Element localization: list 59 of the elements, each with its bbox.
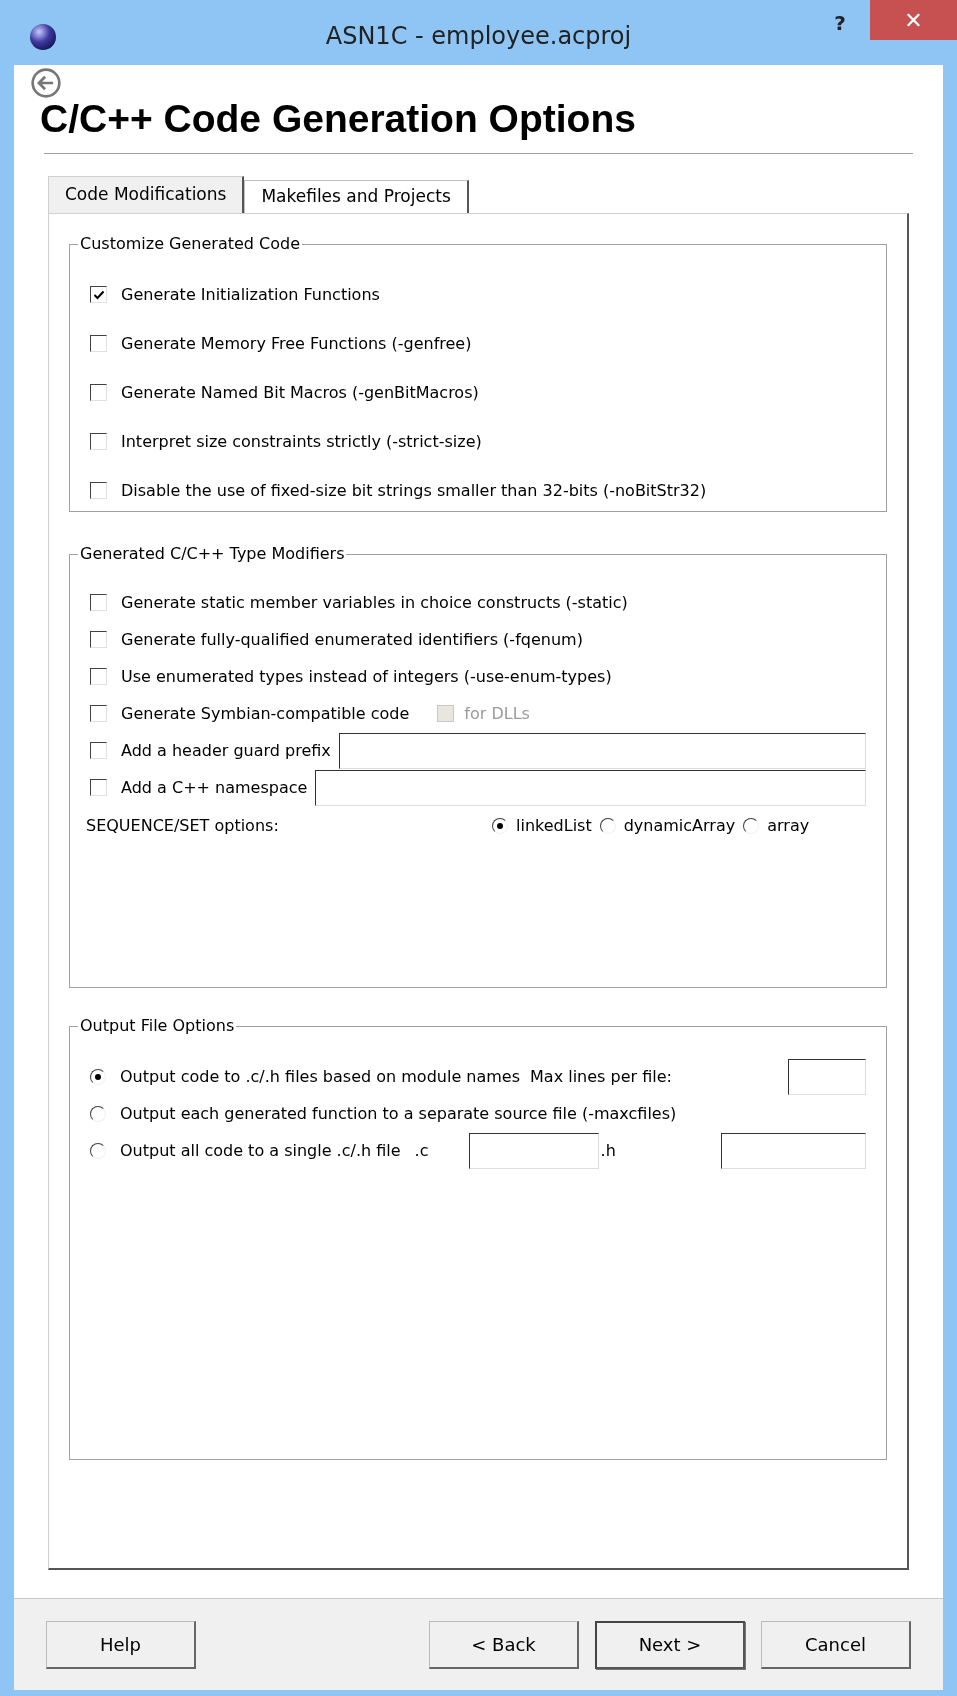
group-title: Generated C/C++ Type Modifiers xyxy=(79,543,346,565)
option-label: Generate Memory Free Functions (-genfree) xyxy=(121,332,472,355)
radio-button[interactable] xyxy=(492,818,508,834)
option-label: Output code to .c/.h files based on module names xyxy=(120,1065,520,1088)
radio-label: dynamicArray xyxy=(623,815,736,837)
option-label: Generate Named Bit Macros (-genBitMacros) xyxy=(121,381,479,404)
checkbox[interactable] xyxy=(90,433,107,450)
page-title: C/C++ Code Generation Options xyxy=(40,99,636,139)
text-field[interactable] xyxy=(338,732,866,769)
option-label: Add a header guard prefix xyxy=(121,739,331,762)
option-label: Output each generated function to a separate source file (-maxcfiles) xyxy=(120,1102,677,1125)
option-label: Generate static member variables in choice constructs (-static) xyxy=(121,591,628,614)
radio-label: linkedList xyxy=(516,815,592,837)
tab[interactable]: Makefiles and Projects xyxy=(244,180,469,213)
checkbox[interactable] xyxy=(90,779,107,796)
radio-button[interactable] xyxy=(90,1068,106,1085)
option-label: Output all code to a single .c/.h file xyxy=(120,1139,401,1162)
option-label: Generate Symbian-compatible code xyxy=(121,702,410,725)
checkbox[interactable] xyxy=(90,482,107,499)
text-field[interactable] xyxy=(788,1058,866,1095)
sequence-set-label: SEQUENCE/SET options: xyxy=(86,815,280,837)
radio-button[interactable] xyxy=(90,1105,106,1122)
checkbox[interactable] xyxy=(90,668,107,685)
dialog-button[interactable]: < Back xyxy=(429,1620,579,1669)
field-label: .h xyxy=(600,1139,616,1162)
option-label: Disable the use of fixed-size bit strings smaller than 32-bits (-noBitStr32) xyxy=(121,479,707,502)
help-button[interactable]: ? xyxy=(820,8,860,38)
tab[interactable]: Code Modifications xyxy=(48,176,245,213)
option-label: for DLLs xyxy=(464,702,530,725)
globe-icon xyxy=(28,22,58,52)
text-field[interactable] xyxy=(315,769,866,806)
checkbox[interactable] xyxy=(90,335,107,352)
close-button[interactable]: ✕ xyxy=(870,0,957,40)
option-label: Add a C++ namespace xyxy=(121,776,308,799)
radio-button[interactable] xyxy=(90,1142,106,1159)
option-label: Generate Initialization Functions xyxy=(121,283,380,306)
radio-button[interactable] xyxy=(599,818,616,834)
checkbox[interactable] xyxy=(90,384,107,401)
text-field[interactable] xyxy=(468,1132,599,1169)
text-field[interactable] xyxy=(721,1132,866,1169)
checkmark-icon xyxy=(92,288,105,301)
checkbox[interactable] xyxy=(90,286,107,303)
field-label: .c xyxy=(414,1139,430,1162)
dialog-button[interactable]: Cancel xyxy=(761,1620,911,1669)
checkbox[interactable] xyxy=(90,742,107,759)
radio-label: array xyxy=(767,815,810,837)
checkbox[interactable] xyxy=(90,705,107,722)
option-label: Generate fully-qualified enumerated identifiers (-fqenum) xyxy=(121,628,583,651)
dialog-button[interactable]: Help xyxy=(46,1620,196,1669)
option-label: Interpret size constraints strictly (-strict-size) xyxy=(121,430,482,453)
group-title: Output File Options xyxy=(79,1015,236,1037)
option-label: Use enumerated types instead of integers (-use-enum-types) xyxy=(121,665,612,688)
checkbox[interactable] xyxy=(90,631,107,648)
dialog-button[interactable]: Next > xyxy=(595,1620,745,1669)
radio-button[interactable] xyxy=(743,818,760,834)
checkbox[interactable] xyxy=(90,594,107,611)
window-title: ASN1C - employee.acproj xyxy=(325,21,632,52)
group-title: Customize Generated Code xyxy=(79,233,301,255)
field-label: Max lines per file: xyxy=(530,1065,672,1088)
